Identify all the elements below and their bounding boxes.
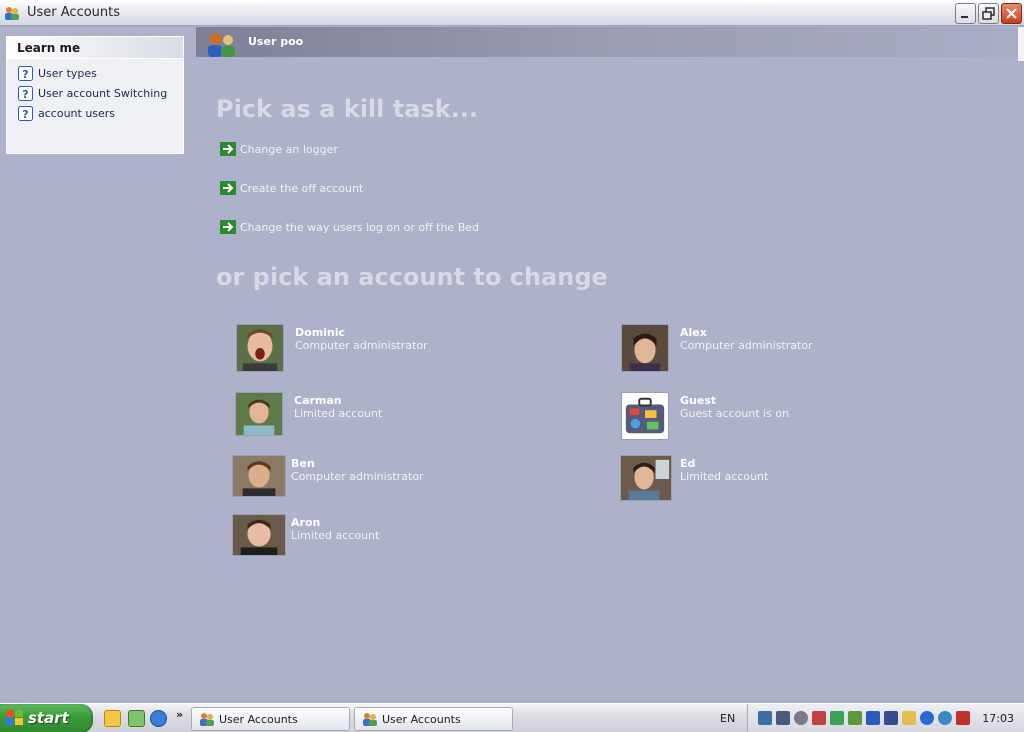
current-user-name: User poo xyxy=(248,35,304,48)
windows-flag-icon xyxy=(6,710,23,725)
svg-text:?: ? xyxy=(22,68,28,81)
account-name: Guest xyxy=(680,394,717,407)
account-dominic[interactable]: Dominic Computer administrator xyxy=(236,324,428,372)
learn-about-panel: Learn me ? User types ? User account Swi… xyxy=(6,36,184,154)
task-label: Create the off account xyxy=(240,181,364,195)
messenger-icon[interactable] xyxy=(830,711,844,725)
sidebar: Learn me ? User types ? User account Swi… xyxy=(0,27,196,703)
restore-button[interactable] xyxy=(978,3,999,24)
sidebar-item-account-users[interactable]: ? account users xyxy=(7,103,183,123)
folder-icon[interactable] xyxy=(902,711,916,725)
network-icon[interactable] xyxy=(758,711,772,725)
taskbar-button-user-accounts-2[interactable]: User Accounts xyxy=(354,707,513,731)
task-create-account[interactable]: Create the off account xyxy=(220,181,363,195)
globe-icon[interactable] xyxy=(938,711,952,725)
close-button[interactable] xyxy=(1001,3,1022,24)
account-ed[interactable]: Ed Limited account xyxy=(620,455,768,501)
task-label: Change the way users log on or off the B… xyxy=(240,220,479,234)
account-name: Carman xyxy=(294,394,342,407)
account-type: Limited account xyxy=(294,407,383,420)
quicklaunch-more-button[interactable]: » xyxy=(176,708,183,721)
system-tray: 17:03 xyxy=(747,704,1024,732)
sidebar-item-user-switching[interactable]: ? User account Switching xyxy=(7,83,183,103)
language-indicator[interactable]: EN xyxy=(720,712,735,725)
users-icon xyxy=(208,33,235,57)
suitcase-icon xyxy=(621,392,669,440)
security-icon[interactable] xyxy=(812,711,826,725)
avatar xyxy=(232,514,286,556)
quicklaunch-media-player-icon[interactable] xyxy=(128,710,145,727)
avatar xyxy=(232,455,286,497)
sidebar-item-user-types[interactable]: ? User types xyxy=(7,63,183,83)
window-title: User Accounts xyxy=(27,5,121,20)
help-icon: ? xyxy=(18,105,33,121)
taskbar-button-user-accounts[interactable]: User Accounts xyxy=(191,707,350,731)
taskbar-button-label: User Accounts xyxy=(382,712,461,726)
account-name: Dominic xyxy=(295,326,346,339)
main-header: User poo xyxy=(196,27,1024,61)
svg-text:?: ? xyxy=(22,88,28,101)
minimize-button[interactable] xyxy=(955,3,976,24)
sync-icon[interactable] xyxy=(794,711,808,725)
minimize-icon xyxy=(961,16,968,18)
account-name: Alex xyxy=(680,326,707,339)
volume-icon[interactable] xyxy=(776,711,790,725)
arrow-right-icon xyxy=(220,220,236,234)
account-name: Ben xyxy=(291,457,315,470)
taskbar-button-label: User Accounts xyxy=(219,712,298,726)
user-accounts-icon xyxy=(363,713,377,726)
account-ben[interactable]: Ben Computer administrator xyxy=(232,455,424,497)
account-name: Ed xyxy=(680,457,696,470)
account-alex[interactable]: Alex Computer administrator xyxy=(621,324,813,372)
sidebar-item-label: User account Switching xyxy=(38,86,168,100)
account-aron[interactable]: Aron Limited account xyxy=(232,514,379,556)
restore-icon xyxy=(982,7,995,20)
account-name: Aron xyxy=(291,516,321,529)
account-type: Guest account is on xyxy=(680,407,790,420)
avatar xyxy=(620,455,672,501)
svg-text:?: ? xyxy=(22,108,28,121)
avatar xyxy=(236,324,284,372)
display-icon[interactable] xyxy=(884,711,898,725)
account-type: Limited account xyxy=(291,529,380,542)
task-change-logon[interactable]: Change the way users log on or off the B… xyxy=(220,220,479,234)
account-guest[interactable]: Guest Guest account is on xyxy=(621,392,789,440)
accounts-heading: or pick an account to change xyxy=(216,263,608,291)
task-heading: Pick as a kill task... xyxy=(216,95,479,123)
title-bar: User Accounts xyxy=(0,0,1024,26)
d-icon[interactable] xyxy=(920,711,934,725)
sidebar-item-label: account users xyxy=(38,106,116,120)
arrow-right-icon xyxy=(220,181,236,195)
arrow-right-icon xyxy=(220,142,236,156)
task-change-logger[interactable]: Change an logger xyxy=(220,142,338,156)
account-carman[interactable]: Carman Limited account xyxy=(235,392,382,436)
user-accounts-icon xyxy=(200,713,214,726)
account-type: Computer administrator xyxy=(291,470,424,483)
taskbar: start » User Accounts User Accounts EN 1… xyxy=(0,703,1024,732)
account-type: Computer administrator xyxy=(680,339,813,352)
update-icon[interactable] xyxy=(848,711,862,725)
main-content: User poo Pick as a kill task... Change a… xyxy=(196,27,1024,703)
quicklaunch-internet-explorer-icon[interactable] xyxy=(150,710,167,727)
avatar xyxy=(235,392,283,436)
learn-about-heading: Learn me xyxy=(7,37,183,59)
sidebar-item-label: User types xyxy=(38,66,97,80)
start-label: start xyxy=(28,709,69,727)
usb-icon[interactable] xyxy=(866,711,880,725)
help-icon: ? xyxy=(18,65,33,81)
shield-icon[interactable] xyxy=(956,711,970,725)
clock[interactable]: 17:03 xyxy=(982,712,1014,725)
user-accounts-icon xyxy=(5,7,19,20)
quicklaunch-show-desktop-icon[interactable] xyxy=(104,710,121,727)
start-button[interactable]: start xyxy=(0,704,93,732)
scrollbar[interactable] xyxy=(1018,27,1024,61)
help-icon: ? xyxy=(18,85,33,101)
account-type: Limited account xyxy=(680,470,769,483)
account-type: Computer administrator xyxy=(295,339,428,352)
close-icon xyxy=(1006,8,1017,19)
task-label: Change an logger xyxy=(240,142,338,156)
avatar xyxy=(621,324,669,372)
